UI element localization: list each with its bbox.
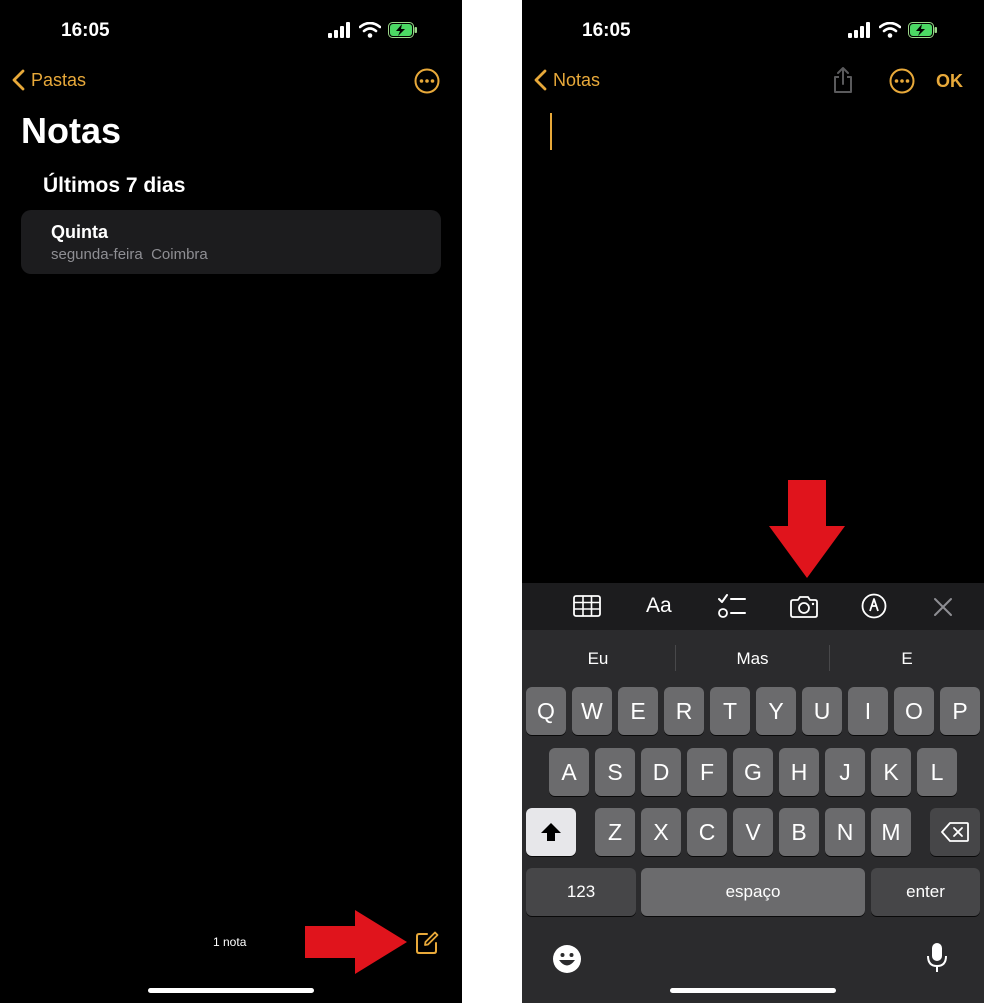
shift-key[interactable]: [526, 808, 576, 856]
table-icon[interactable]: [573, 595, 601, 617]
letter-key[interactable]: R: [664, 687, 704, 735]
letter-key[interactable]: A: [549, 748, 589, 796]
letter-key[interactable]: V: [733, 808, 773, 856]
letter-key[interactable]: I: [848, 687, 888, 735]
letter-key[interactable]: K: [871, 748, 911, 796]
note-list-item[interactable]: Quinta segunda-feira Coimbra: [21, 210, 441, 274]
more-options-icon[interactable]: [889, 68, 915, 94]
microphone-icon[interactable]: [927, 942, 947, 974]
backspace-key[interactable]: [930, 808, 980, 856]
letter-key[interactable]: N: [825, 808, 865, 856]
notes-list-screen: 16:05 Pastas Notas Últimos 7 dias Quinta: [0, 0, 462, 1003]
wifi-icon: [359, 22, 381, 38]
status-icons: [848, 22, 938, 38]
chevron-left-icon: [12, 69, 25, 91]
emoji-icon[interactable]: [552, 944, 582, 974]
red-arrow-right: [305, 910, 407, 974]
letter-key[interactable]: D: [641, 748, 681, 796]
note-subtitle: segunda-feira Coimbra: [51, 246, 208, 263]
numbers-key[interactable]: 123: [526, 868, 636, 916]
red-arrow-down: [769, 480, 845, 578]
note-editor-screen: 16:05 Notas OK Aa Eu Mas E Q W E R T Y U…: [522, 0, 984, 1003]
back-to-notes-button[interactable]: Notas: [534, 69, 600, 91]
enter-key[interactable]: enter: [871, 868, 980, 916]
letter-key[interactable]: E: [618, 687, 658, 735]
cellular-signal-icon: [328, 22, 350, 38]
text-format-button[interactable]: Aa: [646, 594, 672, 618]
letter-key[interactable]: Q: [526, 687, 566, 735]
note-date: segunda-feira: [51, 246, 143, 263]
letter-key[interactable]: M: [871, 808, 911, 856]
home-indicator[interactable]: [148, 988, 314, 993]
backspace-icon: [941, 822, 969, 842]
letter-key[interactable]: H: [779, 748, 819, 796]
letter-key[interactable]: J: [825, 748, 865, 796]
back-to-folders-button[interactable]: Pastas: [12, 69, 86, 91]
note-title: Quinta: [51, 222, 108, 242]
more-options-icon[interactable]: [414, 68, 440, 94]
letter-key[interactable]: G: [733, 748, 773, 796]
checklist-icon[interactable]: [718, 593, 746, 619]
battery-charging-icon: [388, 22, 417, 38]
status-icons: [328, 22, 418, 38]
share-icon[interactable]: [831, 66, 855, 94]
letter-key[interactable]: C: [687, 808, 727, 856]
close-toolbar-icon[interactable]: [933, 597, 953, 617]
letter-key[interactable]: W: [572, 687, 612, 735]
done-button[interactable]: OK: [936, 71, 963, 92]
battery-charging-icon: [908, 22, 937, 38]
keyboard: Eu Mas E QWERTYUIOP ASDFGHJKL ZXCVBNM 12…: [522, 630, 984, 1003]
letter-key[interactable]: X: [641, 808, 681, 856]
letter-key[interactable]: L: [917, 748, 957, 796]
space-key[interactable]: espaço: [641, 868, 865, 916]
compose-note-icon[interactable]: [414, 930, 440, 956]
letter-key[interactable]: B: [779, 808, 819, 856]
letter-key[interactable]: P: [940, 687, 980, 735]
home-indicator[interactable]: [670, 988, 836, 993]
back-label: Pastas: [31, 69, 87, 90]
chevron-left-icon: [534, 69, 547, 91]
formatting-toolbar: Aa: [522, 583, 984, 630]
note-body-editor[interactable]: [522, 100, 984, 580]
letter-key[interactable]: F: [687, 748, 727, 796]
letter-key[interactable]: Y: [756, 687, 796, 735]
status-time: 16:05: [61, 20, 110, 41]
letter-key[interactable]: Z: [595, 808, 635, 856]
section-header: Últimos 7 dias: [43, 174, 186, 197]
letter-key[interactable]: U: [802, 687, 842, 735]
camera-icon[interactable]: [789, 595, 819, 619]
back-label: Notas: [553, 69, 601, 90]
wifi-icon: [879, 22, 901, 38]
status-time: 16:05: [582, 20, 631, 41]
note-count: 1 nota: [213, 935, 247, 949]
prediction-1[interactable]: Eu: [522, 649, 674, 669]
cellular-signal-icon: [848, 22, 870, 38]
markup-pen-icon[interactable]: [861, 593, 887, 619]
letter-key[interactable]: O: [894, 687, 934, 735]
shift-arrow-icon: [541, 823, 561, 841]
prediction-2[interactable]: Mas: [676, 649, 829, 669]
prediction-3[interactable]: E: [830, 649, 984, 669]
note-folder: Coimbra: [151, 246, 208, 263]
letter-key[interactable]: S: [595, 748, 635, 796]
letter-key[interactable]: T: [710, 687, 750, 735]
page-title: Notas: [21, 110, 122, 151]
